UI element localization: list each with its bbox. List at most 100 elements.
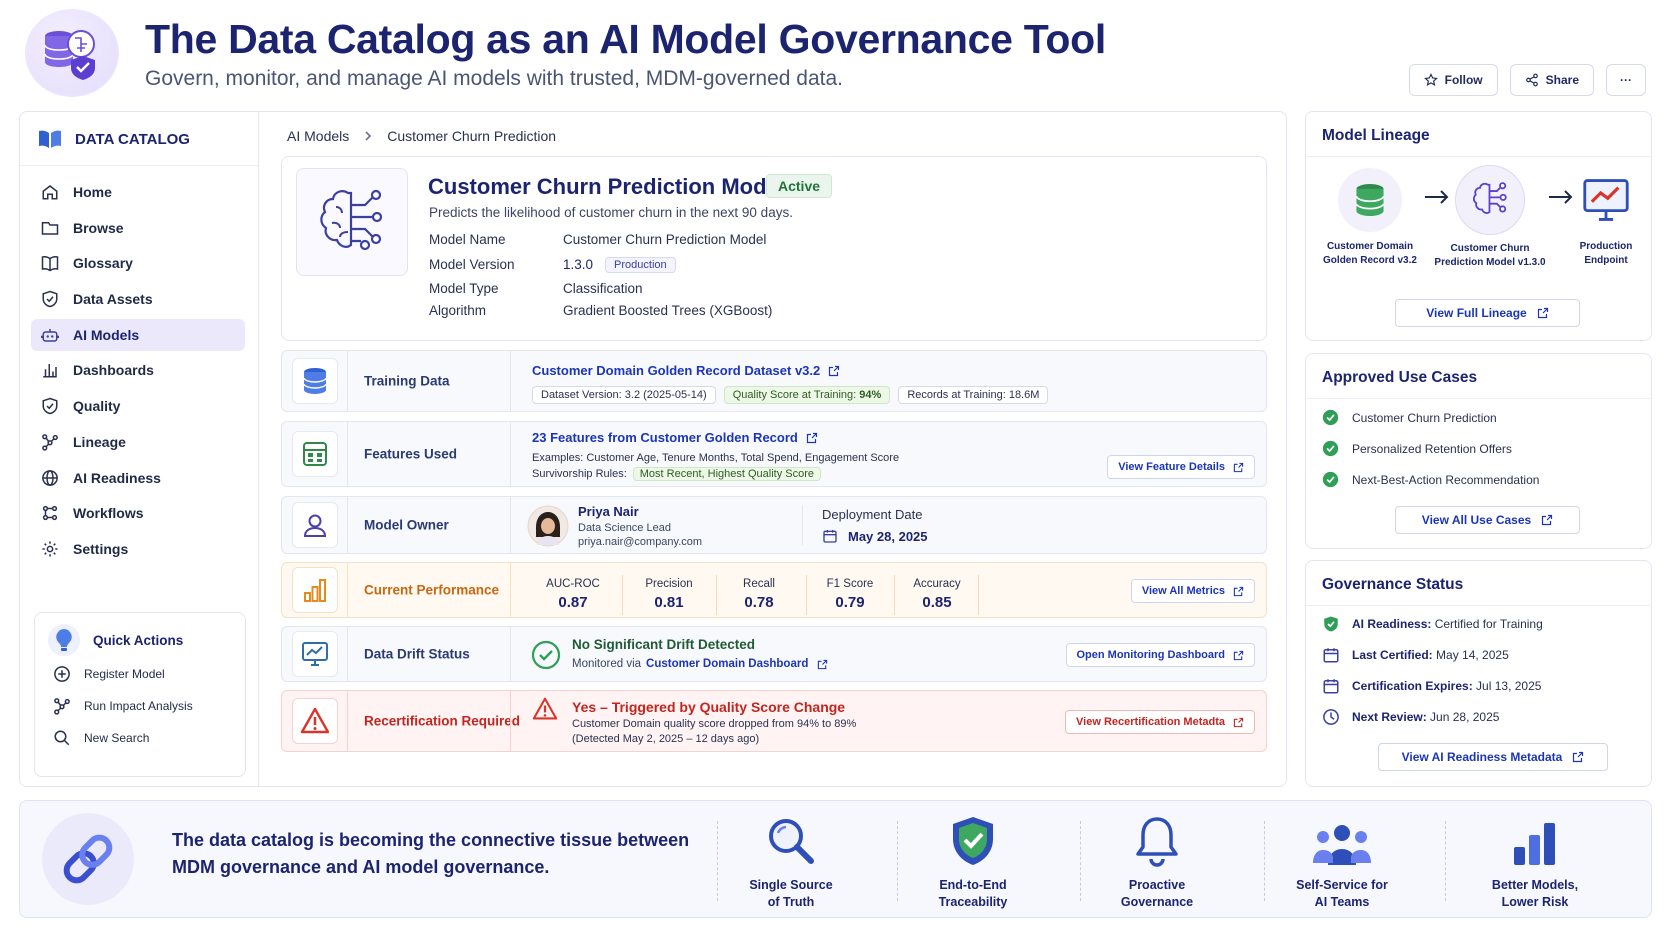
table-grid-icon	[291, 431, 338, 477]
sidebar-item-browse[interactable]: Browse	[31, 212, 245, 244]
field-value: Gradient Boosted Trees (XGBoost)	[563, 303, 773, 318]
owner-email[interactable]: priya.nair@company.com	[578, 536, 702, 548]
status-label: AI Readiness:	[1352, 617, 1432, 631]
view-all-use-cases-button[interactable]: View All Use Cases	[1395, 506, 1580, 534]
share-label: Share	[1545, 73, 1579, 87]
rules-value-tag: Most Recent, Highest Quality Score	[632, 467, 822, 481]
benefit-line2: of Truth	[767, 895, 815, 909]
model-summary-card: Customer Churn Prediction Model Active P…	[281, 156, 1267, 341]
view-feature-details-button[interactable]: View Feature Details	[1107, 455, 1255, 479]
sidebar-item-home[interactable]: Home	[31, 176, 245, 208]
external-link-icon	[806, 432, 817, 443]
field-value: 1.3.0	[563, 257, 594, 272]
calendar-icon	[1323, 648, 1339, 663]
calendar-icon	[823, 530, 837, 543]
breadcrumb-current: Customer Churn Prediction	[387, 128, 557, 144]
benefit-line1: Better Models,	[1491, 878, 1579, 892]
records-tag: Records at Training: 18.6M	[898, 386, 1049, 404]
view-all-metrics-button[interactable]: View All Metrics	[1130, 579, 1255, 603]
sidebar-brand[interactable]: DATA CATALOG	[38, 128, 190, 150]
features-link[interactable]: 23 Features from Customer Golden Record	[532, 430, 818, 445]
sidebar-item-workflows[interactable]: Workflows	[31, 497, 245, 529]
page-subtitle: Govern, monitor, and manage AI models wi…	[145, 67, 844, 90]
sidebar-item-dashboards[interactable]: Dashboards	[31, 354, 245, 386]
more-options-button[interactable]: ···	[1606, 64, 1646, 96]
node-line1: Customer Domain	[1326, 241, 1414, 252]
new-search-action[interactable]: New Search	[53, 729, 149, 747]
view-ai-readiness-metadata-button[interactable]: View AI Readiness Metadata	[1378, 743, 1608, 771]
metric-name: Accuracy	[913, 578, 961, 590]
catalog-logo-icon	[26, 10, 118, 96]
sidebar-item-quality[interactable]: Quality	[31, 390, 245, 422]
metric-value: 0.81	[654, 594, 684, 611]
deployment-date-label: Deployment Date	[822, 507, 923, 522]
row-label: Current Performance	[364, 582, 500, 598]
use-case-label: Personalized Retention Offers	[1352, 441, 1512, 456]
lineage-node-label: Customer Domain Golden Record v3.2	[1310, 240, 1430, 268]
row-divider	[510, 691, 511, 751]
drift-monitor-link[interactable]: Monitored via Customer Domain Dashboard	[572, 658, 828, 670]
model-type-field: Model Type Classification	[429, 281, 643, 296]
follow-label: Follow	[1444, 73, 1483, 87]
row-divider	[510, 422, 511, 486]
footer-message: The data catalog is becoming the connect…	[172, 827, 689, 881]
dataset-link-text: Customer Domain Golden Record Dataset v3…	[532, 363, 821, 378]
features-link-text: 23 Features from Customer Golden Record	[532, 430, 798, 445]
search-icon	[54, 730, 70, 746]
governance-status-panel: Governance Status AI Readiness: Certifie…	[1305, 560, 1652, 787]
node-line2: Prediction Model v1.3.0	[1434, 257, 1546, 268]
lineage-node-model[interactable]: Customer Churn Prediction Model v1.3.0	[1430, 166, 1550, 270]
sidebar-divider	[20, 165, 258, 166]
external-link-icon	[1542, 514, 1553, 526]
sidebar-item-data-assets[interactable]: Data Assets	[31, 283, 245, 315]
external-link-icon	[1537, 307, 1548, 319]
metric-recall: Recall 0.78	[716, 578, 802, 611]
more-icon: ···	[1620, 73, 1632, 87]
breadcrumb: AI Models Customer Churn Prediction	[287, 128, 556, 144]
benefit-line2: Traceability	[938, 895, 1008, 909]
lineage-node-golden-record[interactable]: Customer Domain Golden Record v3.2	[1310, 168, 1430, 268]
footer-benefit-self-service: Self-Service for AI Teams	[1267, 811, 1417, 911]
sidebar-item-settings[interactable]: Settings	[31, 533, 245, 565]
view-full-lineage-button[interactable]: View Full Lineage	[1395, 299, 1580, 327]
sidebar-item-label: Quality	[73, 398, 121, 415]
last-certified-status: Last Certified: May 14, 2025	[1322, 646, 1509, 664]
sidebar-item-ai-models[interactable]: AI Models	[31, 318, 245, 351]
via-prefix: Monitored via	[572, 658, 642, 670]
check-badge-icon	[1322, 440, 1339, 457]
check-badge-icon	[1322, 471, 1339, 488]
external-link-icon	[1233, 650, 1244, 660]
breadcrumb-ai-models[interactable]: AI Models	[287, 128, 349, 144]
lineage-node-label: Production Endpoint	[1546, 240, 1666, 268]
status-label: Certification Expires:	[1352, 679, 1473, 693]
training-tags: Dataset Version: 3.2 (2025-05-14) Qualit…	[532, 386, 1049, 404]
share-button[interactable]: Share	[1509, 64, 1594, 96]
benefit-label: End-to-End Traceability	[898, 877, 1048, 911]
use-case-label: Next-Best-Action Recommendation	[1352, 472, 1540, 487]
sidebar-item-glossary[interactable]: Glossary	[31, 247, 245, 279]
lineage-node-endpoint[interactable]: Production Endpoint	[1546, 168, 1666, 268]
view-recertification-metadata-button[interactable]: View Recertification Metadta	[1065, 710, 1255, 734]
follow-button[interactable]: Follow	[1408, 64, 1498, 96]
sidebar-brand-label: DATA CATALOG	[75, 130, 190, 148]
node-line2: Golden Record v3.2	[1323, 255, 1417, 266]
benefit-line2: Governance	[1120, 895, 1194, 909]
sidebar-item-ai-readiness[interactable]: AI Readiness	[31, 462, 245, 494]
external-link-icon	[829, 365, 840, 376]
benefit-line1: Proactive	[1128, 878, 1186, 892]
network-icon	[54, 698, 70, 715]
benefit-line2: AI Teams	[1314, 895, 1370, 909]
button-label: View AI Readiness Metadata	[1401, 750, 1563, 764]
row-divider	[510, 627, 511, 681]
quality-score-label: Quality Score at Training:	[732, 389, 857, 401]
network-icon	[42, 433, 58, 451]
register-model-action[interactable]: Register Model	[53, 665, 165, 683]
status-value: Certified for Training	[1434, 617, 1543, 631]
open-book-icon	[39, 130, 61, 148]
open-monitoring-dashboard-button[interactable]: Open Monitoring Dashboard	[1065, 643, 1255, 667]
database-icon	[1338, 168, 1402, 232]
run-impact-analysis-action[interactable]: Run Impact Analysis	[53, 697, 193, 715]
sidebar-item-lineage[interactable]: Lineage	[31, 426, 245, 458]
quick-actions-title: Quick Actions	[93, 632, 184, 648]
training-dataset-link[interactable]: Customer Domain Golden Record Dataset v3…	[532, 363, 840, 378]
